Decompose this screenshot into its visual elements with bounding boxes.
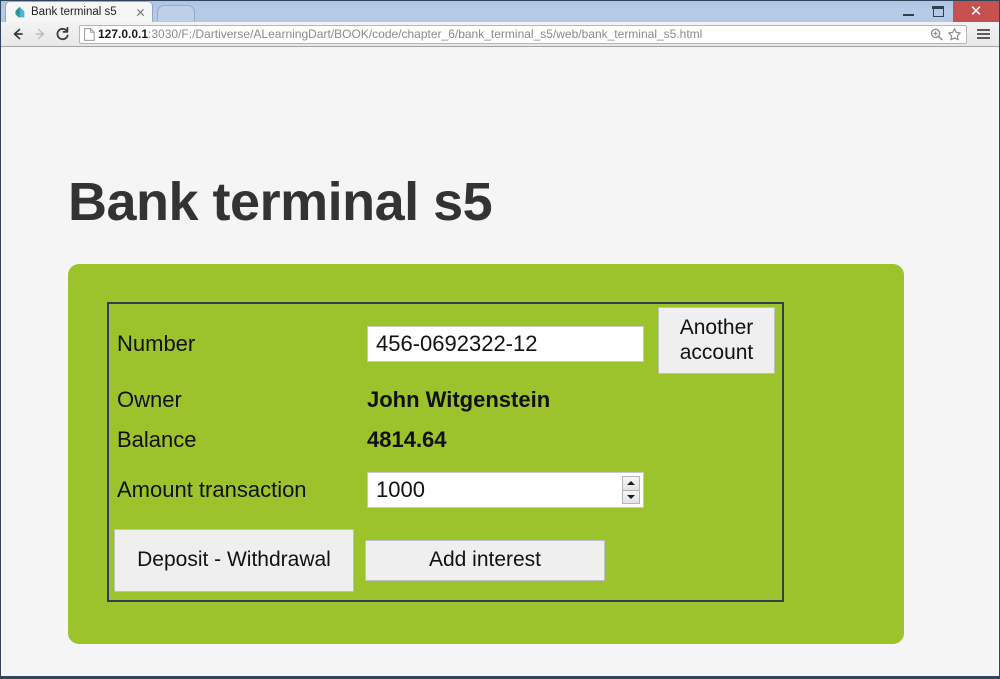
reload-icon xyxy=(56,26,68,40)
browser-toolbar: 127.0.0.1:3030/F:/Dartiverse/ALearningDa… xyxy=(1,22,999,47)
stepper-up-button[interactable] xyxy=(622,476,640,491)
chevron-up-icon xyxy=(627,481,635,486)
page-document-icon xyxy=(84,27,95,41)
browser-window: Bank terminal s5 ✕ 127.0.0.1:3030/F:/Dar… xyxy=(0,0,1000,679)
balance-label: Balance xyxy=(117,427,197,452)
back-arrow-icon xyxy=(13,28,23,40)
amount-label: Amount transaction xyxy=(117,477,307,502)
browser-tab-bank-terminal[interactable]: Bank terminal s5 xyxy=(5,1,153,22)
window-close-icon: ✕ xyxy=(969,1,983,20)
add-interest-button[interactable]: Add interest xyxy=(365,540,605,581)
action-button-row: Deposit - Withdrawal Add interest xyxy=(114,529,605,592)
hamburger-menu-icon-line xyxy=(976,29,990,31)
deposit-withdrawal-button[interactable]: Deposit - Withdrawal xyxy=(114,529,354,592)
window-minimize-button[interactable] xyxy=(893,1,923,22)
reload-button[interactable] xyxy=(51,23,73,45)
window-maximize-button[interactable] xyxy=(923,1,953,22)
address-bar[interactable]: 127.0.0.1:3030/F:/Dartiverse/ALearningDa… xyxy=(79,24,967,44)
hamburger-menu-icon-line xyxy=(976,33,990,35)
form-row-amount: Amount transaction xyxy=(117,472,644,508)
tab-strip: Bank terminal s5 ✕ xyxy=(1,1,999,22)
tab-close-icon[interactable] xyxy=(134,6,147,19)
dart-logo-icon xyxy=(15,6,25,17)
browser-menu-button[interactable] xyxy=(973,23,993,45)
bank-terminal-panel: Number Another account Owner John Witgen… xyxy=(68,264,904,644)
window-controls: ✕ xyxy=(893,1,999,22)
back-button[interactable] xyxy=(7,23,29,45)
owner-value: John Witgenstein xyxy=(367,387,551,412)
owner-label: Owner xyxy=(117,387,182,412)
number-label: Number xyxy=(117,331,196,356)
chevron-down-icon xyxy=(627,494,635,499)
amount-transaction-wrapper xyxy=(367,472,644,508)
form-row-number: Number xyxy=(117,326,644,362)
star-icon[interactable] xyxy=(947,27,962,42)
window-close-button[interactable]: ✕ xyxy=(953,1,999,22)
url-path: :3030/F:/Dartiverse/ALearningDart/BOOK/c… xyxy=(148,26,703,41)
url-text: 127.0.0.1:3030/F:/Dartiverse/ALearningDa… xyxy=(98,26,929,43)
page-viewport: Bank terminal s5 Number Another account … xyxy=(1,47,999,676)
omnibox-icons xyxy=(929,27,962,42)
form-row-balance: Balance 4814.64 xyxy=(117,427,447,453)
forward-arrow-icon xyxy=(35,28,45,40)
another-account-button[interactable]: Another account xyxy=(658,307,775,374)
form-row-owner: Owner John Witgenstein xyxy=(117,387,550,413)
amount-stepper[interactable] xyxy=(622,476,640,504)
stepper-down-button[interactable] xyxy=(622,490,640,504)
restore-icon xyxy=(932,6,944,17)
new-tab-button[interactable] xyxy=(157,5,195,21)
zoom-magnifier-icon[interactable] xyxy=(929,27,944,42)
amount-transaction-input[interactable] xyxy=(367,472,644,508)
hamburger-menu-icon-line xyxy=(976,37,990,39)
tab-title: Bank terminal s5 xyxy=(31,6,117,18)
balance-value: 4814.64 xyxy=(367,427,447,452)
number-input[interactable] xyxy=(367,326,644,362)
url-host: 127.0.0.1 xyxy=(98,26,149,41)
forward-button[interactable] xyxy=(29,23,51,45)
account-fieldset: Number Another account Owner John Witgen… xyxy=(107,302,784,602)
page-title: Bank terminal s5 xyxy=(68,172,493,232)
